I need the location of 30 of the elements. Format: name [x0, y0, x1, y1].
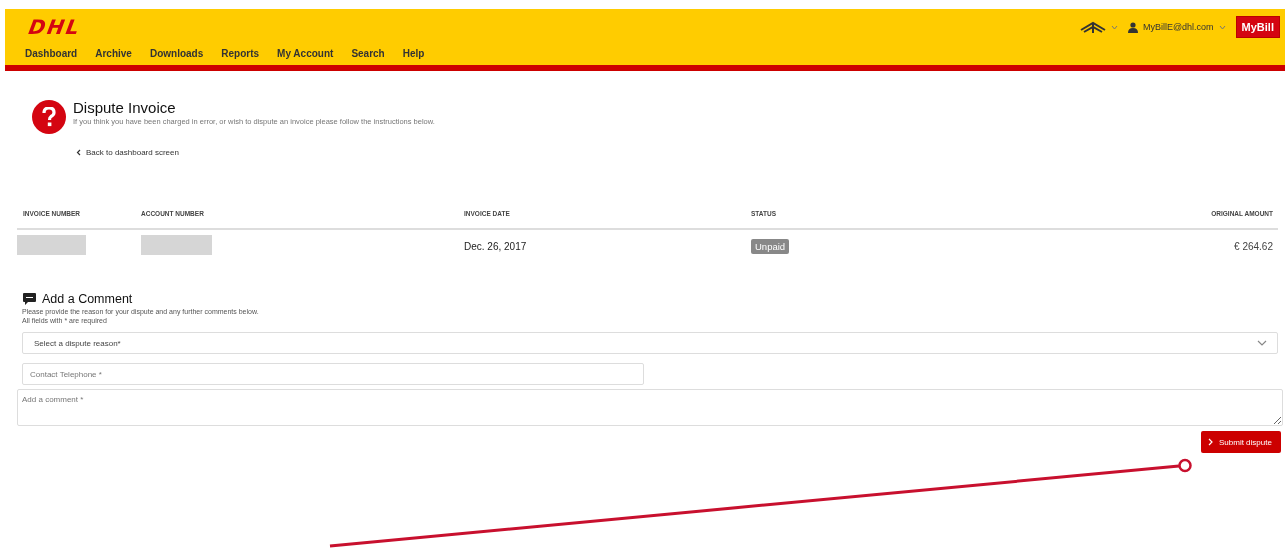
caret-icon	[1218, 24, 1226, 30]
mybill-button[interactable]: MyBill	[1235, 16, 1280, 38]
back-link[interactable]: Back to dashboard screen	[5, 134, 1285, 157]
nav-link[interactable]: Dashboard	[25, 48, 78, 59]
wings-icon	[1079, 21, 1106, 33]
chevron-down-icon	[1257, 340, 1267, 346]
chevron-left-icon	[76, 149, 81, 156]
nav-link[interactable]: Help	[402, 48, 425, 59]
section-title: Add a Comment	[42, 292, 133, 306]
dhl-logo[interactable]: DHL	[17, 17, 93, 37]
nav-link[interactable]: My Account	[277, 48, 334, 59]
telephone-field[interactable]: Contact Telephone *	[22, 363, 644, 385]
table-cell: € 264.62	[1234, 241, 1273, 252]
nav-link[interactable]: Archive	[95, 48, 132, 59]
dispute-reason-dropdown[interactable]: Select a dispute reason*	[22, 332, 1278, 354]
region-menu-button[interactable]	[1079, 21, 1118, 33]
submit-button[interactable]: Submit dispute	[1201, 431, 1281, 453]
nav-link[interactable]: Reports	[221, 48, 260, 59]
nav-link[interactable]: Search	[351, 48, 385, 59]
question-icon	[42, 107, 56, 127]
chevron-right-icon	[1208, 438, 1213, 446]
caret-icon	[1110, 24, 1118, 30]
user-icon	[1127, 21, 1138, 33]
page-title: Dispute Invoice	[73, 99, 177, 117]
table-cell-text: Dec. 26, 2017	[463, 241, 527, 252]
nav-link[interactable]: Downloads	[149, 48, 204, 59]
comment-field[interactable]: Add a comment *	[17, 389, 1283, 426]
status-badge: Unpaid	[751, 239, 790, 254]
user-menu-button[interactable]: MyBillE@dhl.com	[1127, 21, 1226, 33]
speech-bubble-icon	[23, 293, 36, 305]
